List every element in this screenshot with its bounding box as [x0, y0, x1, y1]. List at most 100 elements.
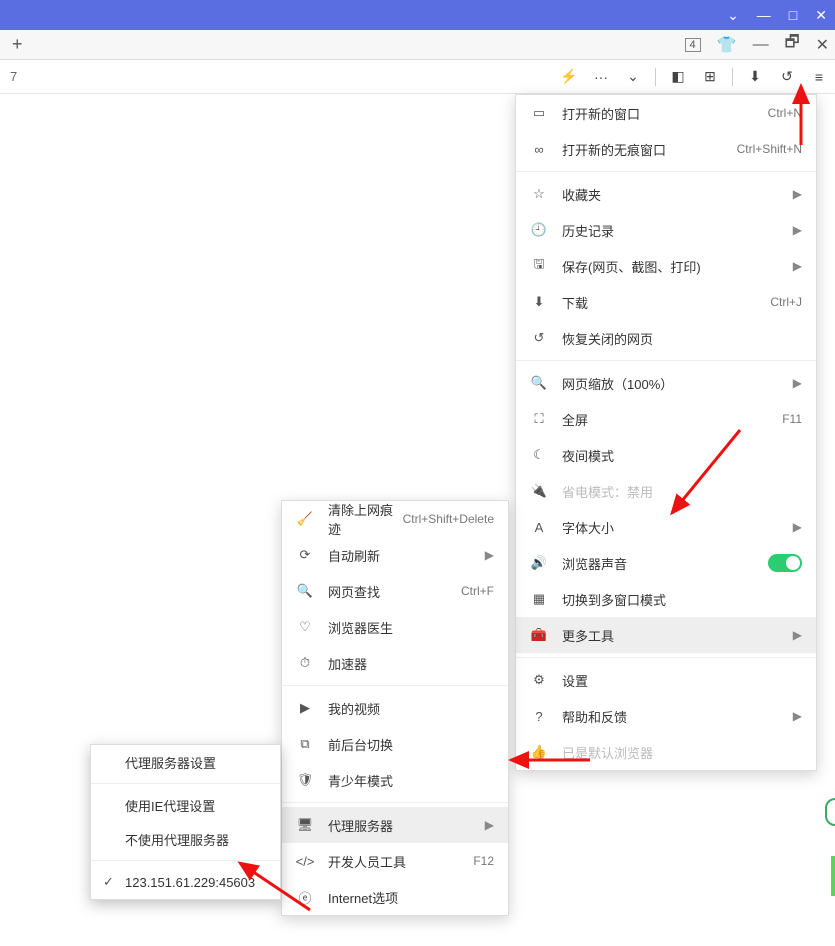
grid-icon[interactable]: ⊞	[700, 67, 720, 87]
broom-icon: 🧹	[296, 510, 314, 528]
menu-label: 开发人员工具	[328, 852, 473, 871]
menu-label: 恢复关闭的网页	[562, 329, 802, 348]
menu-settings[interactable]: ⚙ 设置	[516, 662, 816, 698]
menu-label: 打开新的无痕窗口	[562, 140, 737, 159]
menu-font-size[interactable]: A 字体大小 ▶	[516, 509, 816, 545]
hamburger-menu-icon[interactable]: ≡	[809, 67, 829, 87]
menu-new-window[interactable]: ▭ 打开新的窗口 Ctrl+N	[516, 95, 816, 131]
extension-icon[interactable]: 👕	[717, 35, 737, 55]
menu-multi-window[interactable]: ▦ 切换到多窗口模式	[516, 581, 816, 617]
new-tab-button[interactable]: +	[6, 34, 29, 55]
submenu-browser-doctor[interactable]: ♡ 浏览器医生	[282, 609, 508, 645]
menu-help[interactable]: ? 帮助和反馈 ▶	[516, 698, 816, 734]
inner-close-button[interactable]: ✕	[816, 35, 829, 55]
chevron-right-icon: ▶	[485, 548, 494, 562]
separator	[655, 68, 656, 86]
menu-separator	[516, 171, 816, 172]
star-icon: ☆	[530, 185, 548, 203]
submenu-accelerator[interactable]: ⏱ 加速器	[282, 645, 508, 681]
proxy-use-ie[interactable]: 使用IE代理设置	[91, 788, 280, 822]
menu-history[interactable]: 🕘 历史记录 ▶	[516, 212, 816, 248]
dropdown-icon[interactable]: ⌄	[623, 67, 643, 87]
menu-label: 切换到多窗口模式	[562, 590, 802, 609]
submenu-my-videos[interactable]: ▶ 我的视频	[282, 690, 508, 726]
ie-icon: ⓔ	[296, 888, 314, 906]
menu-label: 123.151.61.229:45603	[125, 875, 266, 890]
proxy-entry-selected[interactable]: ✓ 123.151.61.229:45603	[91, 865, 280, 899]
inner-minimize-button[interactable]: —	[753, 36, 769, 54]
menu-fullscreen[interactable]: ⛶ 全屏 F11	[516, 401, 816, 437]
proxy-settings[interactable]: 代理服务器设置	[91, 745, 280, 779]
submenu-clear-data[interactable]: 🧹 清除上网痕迹 Ctrl+Shift+Delete	[282, 501, 508, 537]
menu-label: 更多工具	[562, 626, 793, 645]
outer-maximize-button[interactable]: □	[789, 8, 797, 22]
menu-zoom[interactable]: 🔍 网页缩放（100%） ▶	[516, 365, 816, 401]
chevron-right-icon: ▶	[793, 709, 802, 723]
menu-label: 网页查找	[328, 582, 461, 601]
menu-power-save: 🔌 省电模式：禁用	[516, 473, 816, 509]
submenu-auto-refresh[interactable]: ⟳ 自动刷新 ▶	[282, 537, 508, 573]
search-icon: 🔍	[296, 582, 314, 600]
outer-chevron-icon[interactable]: ⌄	[727, 8, 739, 22]
menu-restore-closed[interactable]: ↺ 恢复关闭的网页	[516, 320, 816, 356]
history-icon: 🕘	[530, 221, 548, 239]
chevron-right-icon: ▶	[793, 223, 802, 237]
menu-shortcut: Ctrl+J	[770, 295, 802, 309]
inner-restore-button[interactable]: 🗗	[785, 31, 800, 58]
separator	[732, 68, 733, 86]
outer-minimize-button[interactable]: —	[757, 8, 771, 22]
menu-browser-sound[interactable]: 🔊 浏览器声音	[516, 545, 816, 581]
zoom-icon: 🔍	[530, 374, 548, 392]
outer-close-button[interactable]: ✕	[815, 8, 827, 22]
menu-favorites[interactable]: ☆ 收藏夹 ▶	[516, 176, 816, 212]
tab-bar: + 4 👕 — 🗗 ✕	[0, 30, 835, 60]
download-icon: ⬇	[530, 293, 548, 311]
menu-shortcut: Ctrl+Shift+Delete	[403, 512, 494, 526]
green-indicator	[831, 856, 835, 896]
incognito-icon: ∞	[530, 140, 548, 158]
tab-counter-badge[interactable]: 4	[685, 38, 701, 52]
submenu-proxy[interactable]: 🖥 代理服务器 ▶	[282, 807, 508, 843]
menu-label: 网页缩放（100%）	[562, 374, 793, 393]
menu-shortcut: F12	[473, 854, 494, 868]
lightning-icon[interactable]: ⚡	[559, 67, 579, 87]
menu-separator	[282, 685, 508, 686]
thumbs-up-icon: 👍	[530, 743, 548, 761]
menu-label: 帮助和反馈	[562, 707, 793, 726]
menu-label: 收藏夹	[562, 185, 793, 204]
sound-icon: 🔊	[530, 554, 548, 572]
menu-label: 加速器	[328, 654, 494, 673]
submenu-dev-tools[interactable]: </> 开发人员工具 F12	[282, 843, 508, 879]
submenu-find[interactable]: 🔍 网页查找 Ctrl+F	[282, 573, 508, 609]
menu-label: 浏览器声音	[562, 554, 768, 573]
menu-new-incognito[interactable]: ∞ 打开新的无痕窗口 Ctrl+Shift+N	[516, 131, 816, 167]
menu-downloads[interactable]: ⬇ 下载 Ctrl+J	[516, 284, 816, 320]
toolbox-icon: 🧰	[530, 626, 548, 644]
menu-label: 下载	[562, 293, 770, 312]
sound-toggle[interactable]	[768, 554, 802, 572]
sidebar-icon[interactable]: ◧	[668, 67, 688, 87]
check-icon: ✓	[103, 874, 119, 890]
font-icon: A	[530, 518, 548, 536]
menu-label: 浏览器医生	[328, 618, 494, 637]
download-icon[interactable]: ⬇	[745, 67, 765, 87]
proxy-none[interactable]: 不使用代理服务器	[91, 822, 280, 856]
undo-icon[interactable]: ↺	[777, 67, 797, 87]
address-fragment[interactable]: 7	[6, 69, 17, 84]
menu-more-tools[interactable]: 🧰 更多工具 ▶	[516, 617, 816, 653]
menu-night-mode[interactable]: ☾ 夜间模式	[516, 437, 816, 473]
submenu-fg-bg-switch[interactable]: ⧉ 前后台切换	[282, 726, 508, 762]
menu-label: 设置	[562, 671, 802, 690]
more-icon[interactable]: ···	[591, 67, 611, 87]
menu-label: 夜间模式	[562, 446, 802, 465]
save-icon: 🖫	[530, 257, 548, 275]
switch-icon: ⧉	[296, 735, 314, 753]
menu-save[interactable]: 🖫 保存(网页、截图、打印) ▶	[516, 248, 816, 284]
help-icon: ?	[530, 707, 548, 725]
menu-label: 自动刷新	[328, 546, 485, 565]
submenu-internet-options[interactable]: ⓔ Internet选项	[282, 879, 508, 915]
main-menu: ▭ 打开新的窗口 Ctrl+N ∞ 打开新的无痕窗口 Ctrl+Shift+N …	[515, 94, 817, 771]
submenu-youth-mode[interactable]: 🛡 青少年模式	[282, 762, 508, 798]
gear-icon: ⚙	[530, 671, 548, 689]
moon-icon: ☾	[530, 446, 548, 464]
